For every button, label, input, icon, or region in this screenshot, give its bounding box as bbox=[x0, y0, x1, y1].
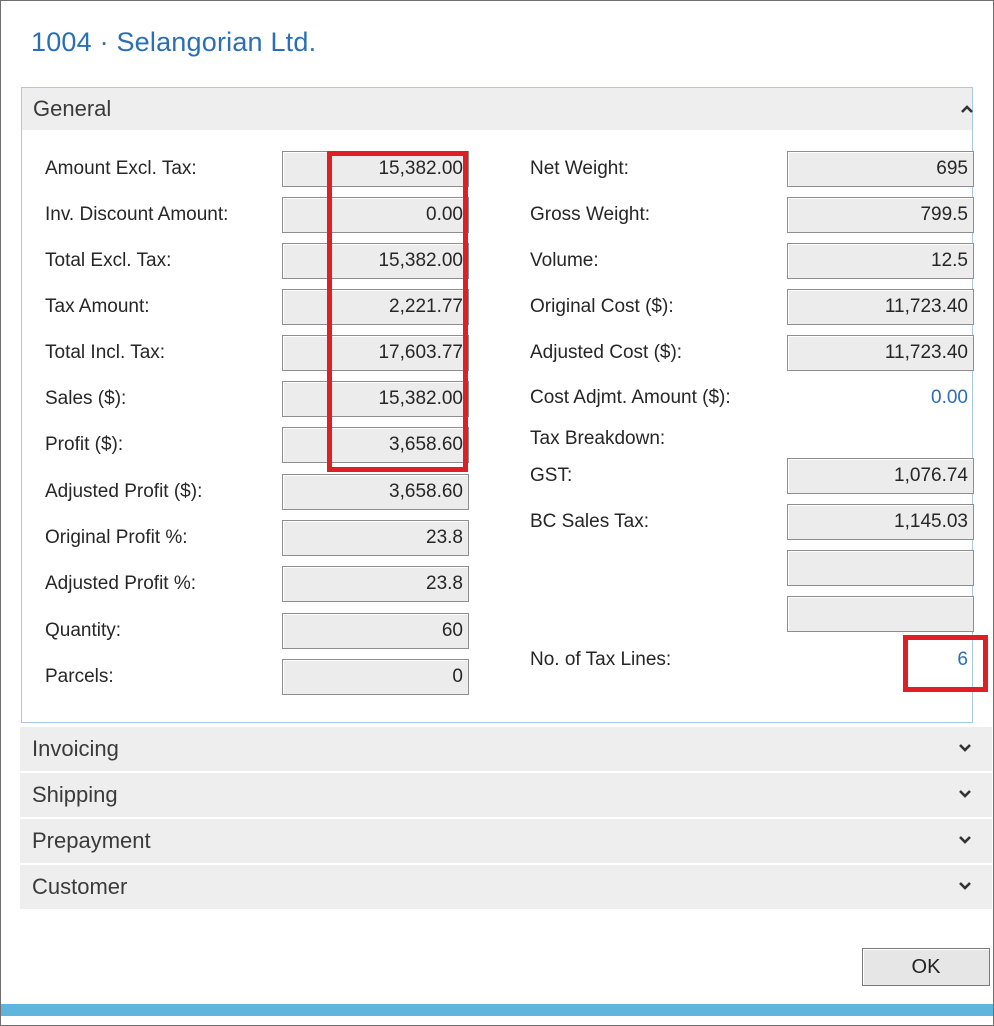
field-label-amount-excl-tax: Amount Excl. Tax: bbox=[45, 158, 197, 179]
fasttab-general: General Amount Excl. Tax: 15,382.00 Inv.… bbox=[21, 87, 974, 723]
field-amount-excl-tax[interactable]: 15,382.00 bbox=[282, 151, 469, 187]
fasttab-invoicing[interactable]: Invoicing bbox=[20, 727, 992, 771]
field-label-gst: GST: bbox=[530, 465, 573, 486]
fasttab-invoicing-label: Invoicing bbox=[32, 736, 119, 761]
ok-button[interactable]: OK bbox=[862, 948, 990, 986]
chevron-down-icon[interactable] bbox=[956, 739, 974, 757]
field-adjusted-cost[interactable]: 11,723.40 bbox=[787, 335, 974, 371]
field-bc-sales-tax[interactable]: 1,145.03 bbox=[787, 504, 974, 540]
field-profit[interactable]: 3,658.60 bbox=[282, 427, 469, 463]
field-net-weight[interactable]: 695 bbox=[787, 151, 974, 187]
field-label-gross-weight: Gross Weight: bbox=[530, 204, 651, 225]
field-label-sales: Sales ($): bbox=[45, 388, 127, 409]
fasttab-shipping-label: Shipping bbox=[32, 782, 118, 807]
tax-breakdown-label: Tax Breakdown: bbox=[530, 428, 666, 449]
field-label-original-profit-pct: Original Profit %: bbox=[45, 527, 188, 548]
field-volume[interactable]: 12.5 bbox=[787, 243, 974, 279]
field-adjusted-profit-pct[interactable]: 23.8 bbox=[282, 566, 469, 602]
field-label-volume: Volume: bbox=[530, 250, 599, 271]
fasttab-customer[interactable]: Customer bbox=[20, 865, 992, 909]
field-total-excl-tax[interactable]: 15,382.00 bbox=[282, 243, 469, 279]
field-quantity[interactable]: 60 bbox=[282, 613, 469, 649]
cost-adjmt-amount-link[interactable]: 0.00 bbox=[882, 387, 968, 409]
field-gross-weight[interactable]: 799.5 bbox=[787, 197, 974, 233]
field-label-profit: Profit ($): bbox=[45, 434, 124, 455]
chevron-down-icon[interactable] bbox=[956, 785, 974, 803]
field-tax-empty-1[interactable] bbox=[787, 550, 974, 586]
fasttab-shipping[interactable]: Shipping bbox=[20, 773, 992, 817]
no-of-tax-lines-link[interactable]: 6 bbox=[902, 649, 968, 671]
field-label-inv-discount-amount: Inv. Discount Amount: bbox=[45, 204, 229, 225]
field-label-adjusted-profit: Adjusted Profit ($): bbox=[45, 481, 203, 502]
field-label-tax-amount: Tax Amount: bbox=[45, 296, 150, 317]
field-label-bc-sales-tax: BC Sales Tax: bbox=[530, 511, 649, 532]
field-inv-discount-amount[interactable]: 0.00 bbox=[282, 197, 469, 233]
field-tax-empty-2[interactable] bbox=[787, 596, 974, 632]
chevron-up-icon[interactable] bbox=[958, 100, 976, 118]
field-label-total-excl-tax: Total Excl. Tax: bbox=[45, 250, 172, 271]
field-original-profit-pct[interactable]: 23.8 bbox=[282, 520, 469, 556]
field-parcels[interactable]: 0 bbox=[282, 659, 469, 695]
page-title: 1004 · Selangorian Ltd. bbox=[31, 27, 317, 57]
field-total-incl-tax[interactable]: 17,603.77 bbox=[282, 335, 469, 371]
fasttab-prepayment[interactable]: Prepayment bbox=[20, 819, 992, 863]
fasttab-general-label: General bbox=[33, 96, 112, 121]
statistics-window: 1004 · Selangorian Ltd. General Amount E… bbox=[0, 0, 994, 1026]
field-label-adjusted-profit-pct: Adjusted Profit %: bbox=[45, 573, 197, 594]
field-original-cost[interactable]: 11,723.40 bbox=[787, 289, 974, 325]
fasttab-prepayment-label: Prepayment bbox=[32, 828, 151, 853]
field-label-quantity: Quantity: bbox=[45, 620, 122, 641]
field-label-net-weight: Net Weight: bbox=[530, 158, 629, 179]
chevron-down-icon[interactable] bbox=[956, 877, 974, 895]
field-label-cost-adjmt-amount: Cost Adjmt. Amount ($): bbox=[530, 387, 731, 408]
field-label-total-incl-tax: Total Incl. Tax: bbox=[45, 342, 166, 363]
window-bottom-bar bbox=[1, 1004, 993, 1016]
field-gst[interactable]: 1,076.74 bbox=[787, 458, 974, 494]
fasttab-general-header[interactable]: General bbox=[22, 88, 973, 130]
field-tax-amount[interactable]: 2,221.77 bbox=[282, 289, 469, 325]
fasttab-customer-label: Customer bbox=[32, 874, 128, 899]
field-label-original-cost: Original Cost ($): bbox=[530, 296, 674, 317]
field-label-parcels: Parcels: bbox=[45, 666, 114, 687]
chevron-down-icon[interactable] bbox=[956, 831, 974, 849]
field-label-adjusted-cost: Adjusted Cost ($): bbox=[530, 342, 683, 363]
field-adjusted-profit[interactable]: 3,658.60 bbox=[282, 474, 469, 510]
field-label-no-of-tax-lines: No. of Tax Lines: bbox=[530, 649, 672, 670]
field-sales[interactable]: 15,382.00 bbox=[282, 381, 469, 417]
